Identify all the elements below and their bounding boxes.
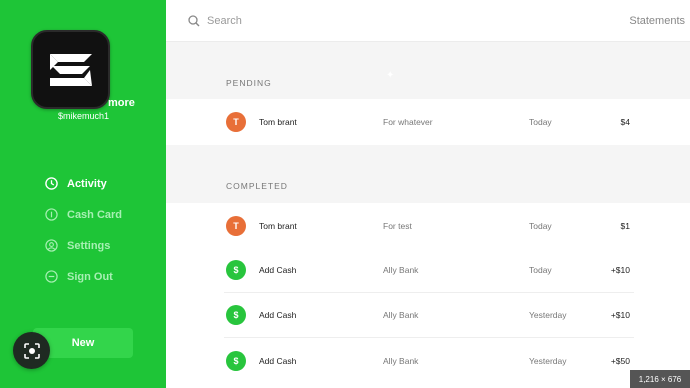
sidebar-item-label: Activity — [67, 177, 107, 190]
sparkle-icon: ✦ — [386, 70, 395, 81]
transaction-note: For whatever — [383, 116, 433, 127]
transaction-note: Ally Bank — [383, 310, 419, 320]
settings-icon — [44, 239, 58, 253]
sidebar-item-settings[interactable]: Settings — [44, 230, 122, 261]
sidebar-item-cash-card[interactable]: Cash Card — [44, 199, 122, 230]
transaction-name: Tom brant — [259, 116, 297, 127]
transaction-amount: $1 — [620, 220, 630, 231]
transaction-name: Add Cash — [259, 355, 297, 366]
transaction-amount: $4 — [620, 116, 630, 127]
sidebar-item-sign-out[interactable]: Sign Out — [44, 261, 122, 292]
sidebar-item-label: Settings — [67, 239, 111, 252]
transaction-date: Yesterday — [529, 355, 567, 366]
app-logo-icon — [49, 53, 92, 86]
transaction-date: Today — [529, 220, 552, 231]
pending-section-header: PENDING ✦ — [166, 42, 690, 99]
search-input[interactable] — [207, 12, 507, 30]
transaction-amount: +$10 — [610, 310, 630, 320]
transaction-amount: +$10 — [610, 265, 630, 275]
transaction-row[interactable]: $ Add Cash Ally Bank Yesterday +$50 — [224, 338, 634, 383]
transaction-name: Add Cash — [259, 265, 297, 275]
transaction-row[interactable]: $ Add Cash Ally Bank Yesterday +$10 — [224, 293, 634, 338]
dollar-icon: $ — [226, 305, 246, 325]
sign-out-icon — [44, 270, 58, 284]
sidebar-item-activity[interactable]: Activity — [44, 168, 122, 199]
lens-icon — [23, 342, 40, 359]
top-bar: Statements — [166, 0, 690, 42]
transaction-date: Today — [529, 265, 552, 275]
statements-link[interactable]: Statements — [629, 15, 685, 27]
card-icon — [44, 208, 58, 222]
dollar-icon: $ — [226, 350, 246, 371]
sidebar-item-label: Cash Card — [67, 208, 123, 221]
sidebar-item-label: Sign Out — [67, 270, 113, 283]
sidebar-nav: Activity Cash Card Settings Sign Out — [44, 168, 122, 292]
transaction-row[interactable]: $ Add Cash Ally Bank Today +$10 — [224, 248, 634, 293]
dollar-icon: $ — [226, 260, 246, 280]
transaction-note: For test — [383, 220, 412, 231]
completed-section-header: COMPLETED — [166, 145, 690, 203]
transaction-note: Ally Bank — [383, 265, 419, 275]
transaction-row[interactable]: T Tom brant For test Today $1 — [224, 203, 634, 248]
avatar: T — [226, 111, 246, 132]
clock-icon — [44, 177, 58, 191]
transaction-name: Tom brant — [259, 220, 297, 231]
sidebar: more $mikemuch1 Activity Cash Card Setti… — [0, 0, 166, 388]
profile-handle: $mikemuch1 — [58, 111, 110, 121]
transaction-row[interactable]: T Tom brant For whatever Today $4 — [224, 99, 634, 144]
app-logo[interactable] — [31, 30, 110, 109]
transaction-name: Add Cash — [259, 310, 297, 320]
section-label: COMPLETED — [226, 181, 288, 191]
section-label: PENDING — [226, 78, 272, 88]
pending-list: T Tom brant For whatever Today $4 — [166, 99, 690, 145]
lens-button[interactable] — [13, 332, 50, 369]
search-icon — [188, 14, 200, 32]
profile-name: more — [108, 97, 135, 109]
completed-list: T Tom brant For test Today $1 $ Add Cash… — [166, 203, 690, 388]
transaction-date: Today — [529, 116, 552, 127]
dimensions-badge: 1,216 × 676 — [630, 370, 690, 388]
transaction-date: Yesterday — [529, 310, 567, 320]
avatar: T — [226, 215, 246, 236]
transaction-note: Ally Bank — [383, 355, 419, 366]
transaction-amount: +$50 — [610, 355, 630, 366]
